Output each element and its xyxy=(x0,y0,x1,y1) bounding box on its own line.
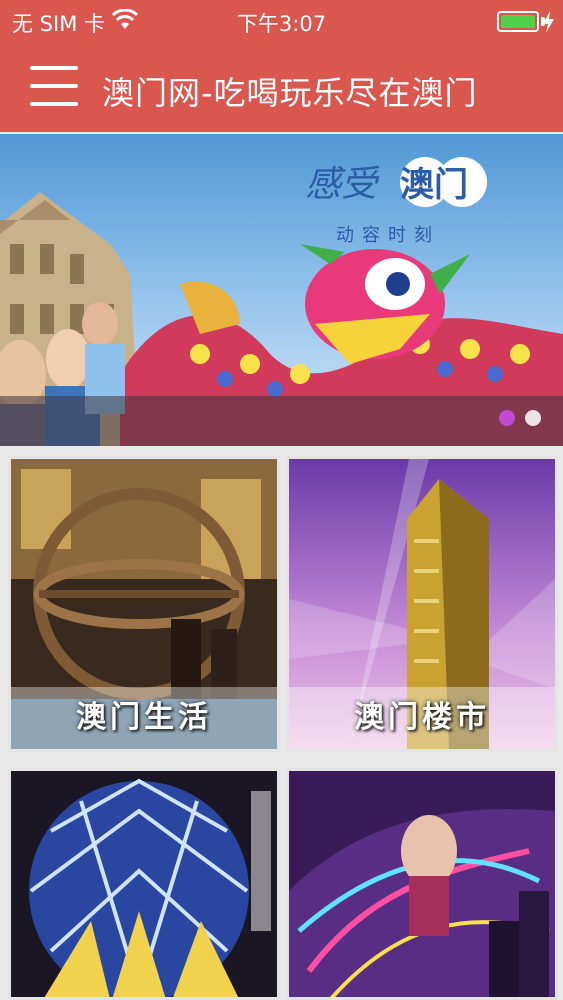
hamburger-menu-icon xyxy=(30,66,78,70)
banner-carousel[interactable]: 感受 澳门 动容时刻 xyxy=(0,134,563,446)
banner-headline-part2: 澳门 xyxy=(400,165,468,205)
status-time: 下午3:07 xyxy=(236,12,327,36)
status-bar: 无 SIM 卡 下午3:07 xyxy=(0,0,563,44)
page-title: 澳门网-吃喝玩乐尽在澳门 xyxy=(102,74,478,112)
carousel-pager xyxy=(499,410,541,426)
charging-bolt-icon xyxy=(543,11,554,33)
tile-macau-life-label: 澳门生活 xyxy=(11,687,277,749)
tile-macau-property[interactable]: 澳门楼市 xyxy=(286,456,558,752)
tile-lisboa-dome[interactable] xyxy=(8,768,280,1000)
hamburger-line xyxy=(30,84,78,88)
banner-image: 感受 澳门 动容时刻 xyxy=(0,134,563,446)
pager-dot-2[interactable] xyxy=(525,410,541,426)
hamburger-line xyxy=(30,102,78,106)
tile-macau-life[interactable]: 澳门生活 xyxy=(8,456,280,752)
menu-button[interactable] xyxy=(30,66,80,110)
tile-lisboa-dome-image xyxy=(11,771,277,997)
tile-macau-property-label: 澳门楼市 xyxy=(289,687,555,749)
navigation-bar: 无 SIM 卡 下午3:07 澳门网-吃喝玩乐尽在澳门 xyxy=(0,0,563,132)
tile-nightlife[interactable] xyxy=(286,768,558,1000)
battery-icon xyxy=(497,11,539,32)
battery-fill xyxy=(501,15,535,28)
banner-subtitle: 动容时刻 xyxy=(336,225,440,246)
tile-nightlife-image xyxy=(289,771,555,997)
pager-dot-1[interactable] xyxy=(499,410,515,426)
banner-headline-part1: 感受 xyxy=(305,164,380,205)
